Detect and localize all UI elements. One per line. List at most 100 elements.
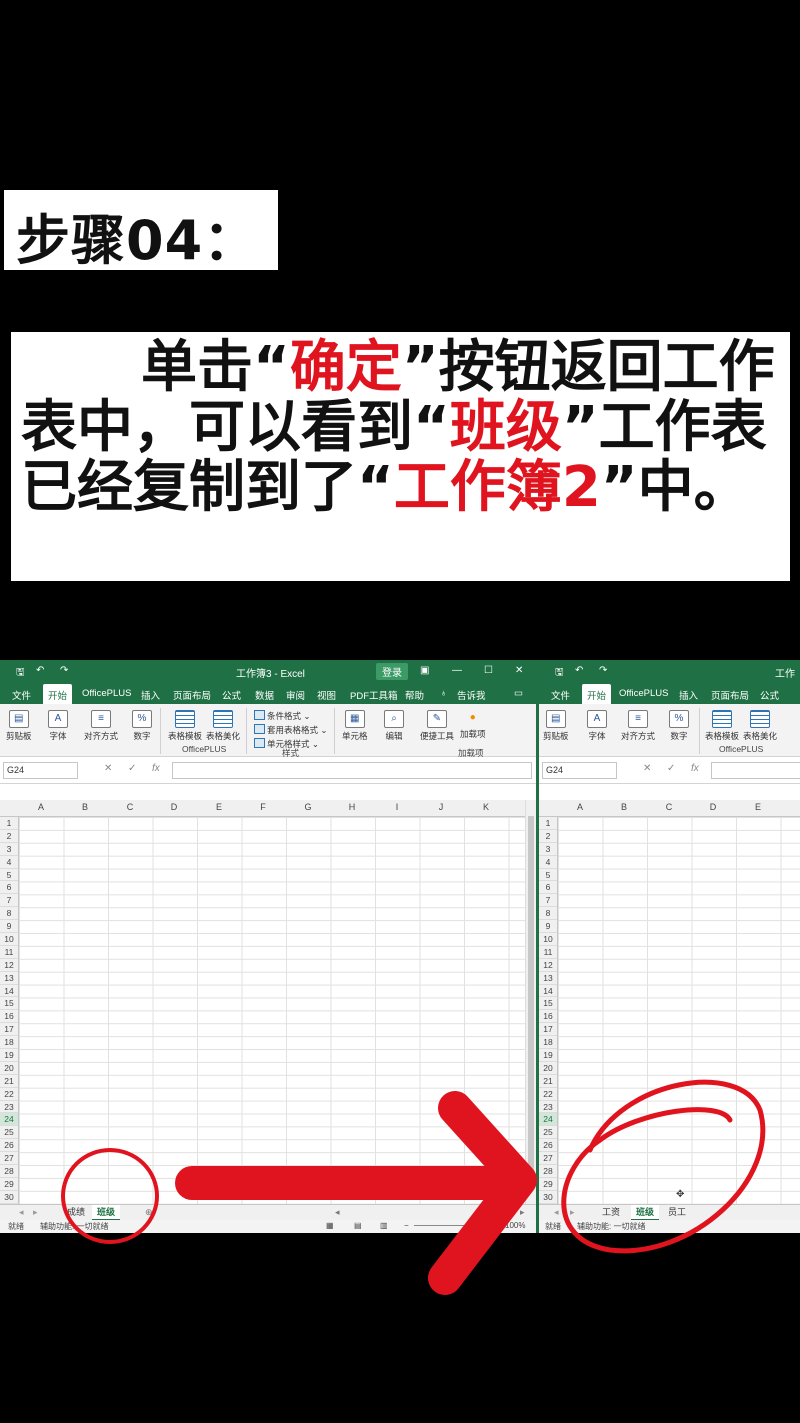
name-box[interactable]: G24: [542, 762, 617, 779]
tab-scores[interactable]: 成绩: [62, 1205, 90, 1219]
row-header[interactable]: 7: [0, 894, 18, 908]
row-header[interactable]: 26: [0, 1139, 18, 1153]
row-header[interactable]: 19: [0, 1049, 18, 1062]
h-scroll-left[interactable]: ◂: [330, 1205, 345, 1219]
row-header[interactable]: 21: [539, 1075, 557, 1088]
h-scroll-right[interactable]: ▸: [515, 1205, 530, 1219]
row-header[interactable]: 5: [0, 869, 18, 882]
addins-button[interactable]: ● 加载项: [460, 710, 486, 740]
menu-insert[interactable]: 插入: [141, 688, 160, 702]
row-header[interactable]: 24: [539, 1113, 557, 1127]
tab-class[interactable]: 班级: [92, 1205, 121, 1221]
row-header[interactable]: 21: [0, 1075, 18, 1088]
formula-input[interactable]: [172, 762, 532, 779]
row-header[interactable]: 18: [539, 1036, 557, 1050]
row-header[interactable]: 4: [0, 856, 18, 869]
menu-officeplus[interactable]: OfficePLUS: [619, 688, 668, 699]
font-button[interactable]: A 字体: [48, 710, 68, 742]
menu-review[interactable]: 审阅: [286, 688, 305, 702]
row-header[interactable]: 3: [0, 843, 18, 856]
status-accessibility[interactable]: 辅助功能: 一切就绪: [577, 1221, 645, 1232]
row-header[interactable]: 30: [539, 1191, 557, 1204]
menu-view[interactable]: 视图: [317, 688, 336, 702]
row-header[interactable]: 17: [539, 1023, 557, 1037]
row-header[interactable]: 7: [539, 894, 557, 908]
row-header[interactable]: 20: [539, 1062, 557, 1075]
row-header[interactable]: 18: [0, 1036, 18, 1050]
row-header[interactable]: 12: [539, 959, 557, 972]
row-header[interactable]: 22: [0, 1088, 18, 1101]
clipboard-button[interactable]: ▤ 剪贴板: [543, 710, 569, 742]
menu-formulas[interactable]: 公式: [222, 688, 241, 702]
row-header[interactable]: 30: [0, 1191, 18, 1204]
table-template-button[interactable]: 表格模板: [705, 710, 739, 742]
tab-scroll-right[interactable]: ▸: [565, 1205, 580, 1219]
menu-data[interactable]: 数据: [255, 688, 274, 702]
row-header[interactable]: 29: [0, 1178, 18, 1191]
row-header[interactable]: 12: [0, 959, 18, 972]
row-header[interactable]: 15: [0, 997, 18, 1011]
clipboard-button[interactable]: ▤ 剪贴板: [6, 710, 32, 742]
menu-file[interactable]: 文件: [551, 688, 570, 702]
menu-pdf-tools[interactable]: PDF工具箱: [350, 688, 398, 702]
cells-button[interactable]: ▦ 单元格: [342, 710, 368, 742]
cell-area[interactable]: [558, 817, 800, 1204]
fx-icon[interactable]: fx: [152, 763, 160, 774]
new-sheet-plus-icon[interactable]: ⊕: [140, 1205, 158, 1219]
menu-page-layout[interactable]: 页面布局: [173, 688, 211, 702]
row-header[interactable]: 1: [539, 817, 557, 830]
name-box[interactable]: G24: [3, 762, 78, 779]
align-button[interactable]: ≡ 对齐方式: [621, 710, 655, 742]
row-header[interactable]: 10: [539, 933, 557, 946]
menu-formulas[interactable]: 公式: [760, 688, 779, 702]
normal-view-icon[interactable]: ▦: [326, 1221, 334, 1230]
tab-salary[interactable]: 工资: [597, 1205, 625, 1219]
ribbon-display-icon[interactable]: ▣: [420, 665, 429, 676]
comment-icon[interactable]: ▭: [514, 688, 523, 699]
edit-button[interactable]: ⌕ 编辑: [384, 710, 404, 742]
close-icon[interactable]: ✕: [515, 665, 523, 676]
save-icon[interactable]: 🖫: [16, 665, 25, 682]
tab-scroll-right[interactable]: ▸: [28, 1205, 43, 1219]
zoom-out-icon[interactable]: −: [404, 1221, 409, 1230]
row-header[interactable]: 17: [0, 1023, 18, 1037]
cancel-icon[interactable]: ✕: [643, 763, 651, 774]
row-header[interactable]: 2: [0, 830, 18, 843]
cell-area[interactable]: [19, 817, 536, 1204]
vertical-scrollbar[interactable]: [525, 800, 536, 1204]
zoom-slider[interactable]: [414, 1225, 496, 1226]
login-button[interactable]: 登录: [376, 663, 408, 680]
zoom-level[interactable]: 100%: [505, 1221, 525, 1230]
maximize-icon[interactable]: ☐: [484, 665, 493, 676]
formula-input[interactable]: [711, 762, 800, 779]
row-header[interactable]: 19: [539, 1049, 557, 1062]
row-header[interactable]: 20: [0, 1062, 18, 1075]
row-header[interactable]: 4: [539, 856, 557, 869]
row-header[interactable]: 26: [539, 1139, 557, 1153]
row-header[interactable]: 24: [0, 1113, 18, 1127]
quick-tools-button[interactable]: ✎ 便捷工具: [420, 710, 454, 742]
number-button[interactable]: % 数字: [669, 710, 689, 742]
redo-icon[interactable]: ↷: [60, 665, 68, 676]
row-header[interactable]: 27: [0, 1152, 18, 1166]
row-header[interactable]: 8: [0, 907, 18, 921]
confirm-icon[interactable]: ✓: [667, 763, 675, 774]
tab-scroll-left[interactable]: ◂: [549, 1205, 564, 1219]
row-header[interactable]: 8: [539, 907, 557, 921]
row-header[interactable]: 28: [539, 1165, 557, 1178]
row-header[interactable]: 29: [539, 1178, 557, 1191]
row-header[interactable]: 16: [539, 1010, 557, 1024]
table-beautify-button[interactable]: 表格美化: [206, 710, 240, 742]
row-header[interactable]: 27: [539, 1152, 557, 1166]
tab-staff[interactable]: 员工: [663, 1205, 691, 1219]
menu-tell-me[interactable]: 告诉我: [457, 688, 486, 702]
row-header[interactable]: 14: [0, 985, 18, 998]
align-button[interactable]: ≡ 对齐方式: [84, 710, 118, 742]
fx-icon[interactable]: fx: [691, 763, 699, 774]
row-header[interactable]: 16: [0, 1010, 18, 1024]
page-layout-view-icon[interactable]: ▤: [354, 1221, 362, 1230]
row-header[interactable]: 9: [539, 920, 557, 934]
row-header[interactable]: 5: [539, 869, 557, 882]
row-header[interactable]: 1: [0, 817, 18, 830]
undo-icon[interactable]: ↶: [575, 665, 583, 676]
